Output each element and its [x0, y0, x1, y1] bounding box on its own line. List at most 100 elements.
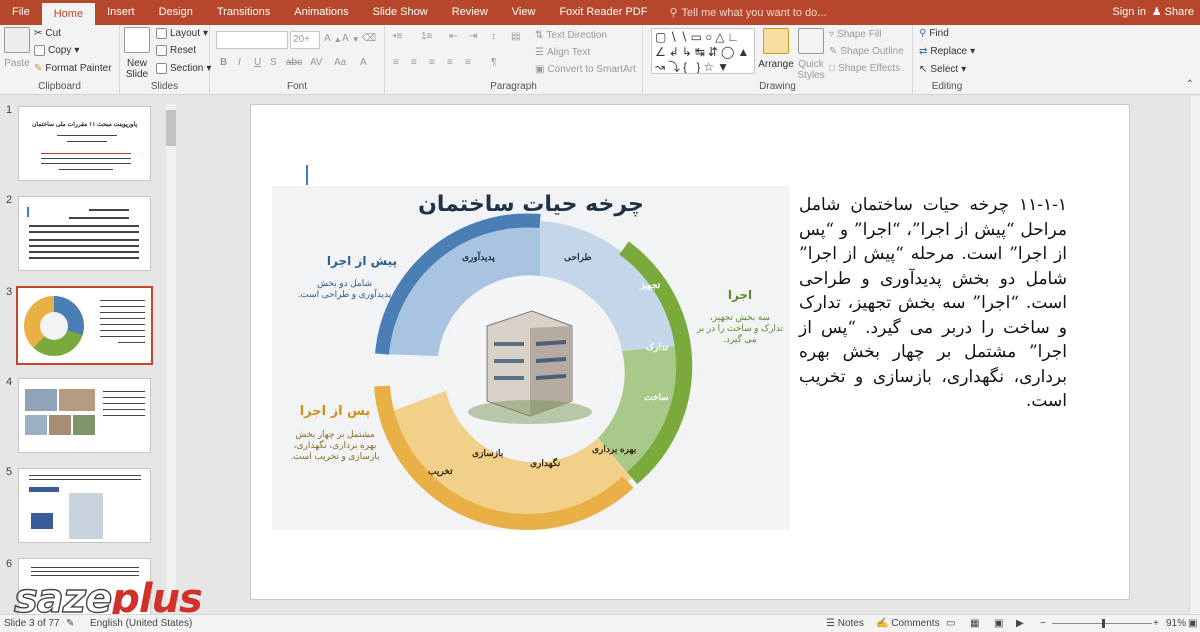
thumbnail-text-line [29, 225, 139, 227]
quick-styles-button[interactable]: Quick Styles [796, 28, 826, 81]
bullets-button[interactable]: •≡ [393, 31, 402, 42]
tab-animations[interactable]: Animations [282, 0, 360, 25]
tab-review[interactable]: Review [440, 0, 500, 25]
text-direction-button[interactable]: ⇅ Text Direction [535, 30, 607, 41]
section-button[interactable]: Section ▾ [156, 63, 211, 74]
slide-counter: Slide 3 of 77 [4, 618, 60, 629]
underline-button[interactable]: U [254, 57, 261, 68]
tab-insert[interactable]: Insert [95, 0, 147, 25]
fit-slide-icon[interactable]: ▣ [1188, 618, 1197, 629]
slide-thumbnail-5[interactable] [18, 468, 151, 543]
tell-me-box[interactable]: ⚲ Tell me what you want to do... [659, 6, 826, 20]
font-color-button[interactable]: A [360, 57, 367, 68]
lifecycle-diagram-image[interactable]: چرخه حیات ساختمان پیش از اجرا شامل دو بخ… [272, 186, 790, 530]
tab-transitions[interactable]: Transitions [205, 0, 282, 25]
font-name-box[interactable] [216, 31, 288, 49]
char-spacing-button[interactable]: AV [310, 57, 323, 68]
format-painter-button[interactable]: ✎ Format Painter [34, 63, 112, 74]
cut-button[interactable]: ✂ Cut [34, 28, 61, 39]
font-size-box[interactable]: 20+ [290, 31, 320, 49]
reset-button[interactable]: Reset [156, 45, 196, 56]
copy-button[interactable]: Copy ▾ [34, 45, 79, 56]
execution-desc-2: تدارک و ساخت را در بر [696, 323, 784, 333]
align-text-button[interactable]: ☰ Align Text [535, 47, 590, 58]
tab-design[interactable]: Design [147, 0, 205, 25]
reading-view-icon[interactable]: ▣ [994, 618, 1003, 629]
slide-sorter-icon[interactable]: ▦ [970, 618, 979, 629]
convert-smartart-button[interactable]: ▣ Convert to SmartArt [535, 64, 636, 75]
line-spacing-button[interactable]: ↕ [491, 31, 496, 42]
distribute-button[interactable]: ≡ [465, 57, 471, 68]
paste-button[interactable]: Paste [4, 27, 30, 69]
slideshow-icon[interactable]: ▶ [1016, 618, 1024, 629]
slide-scrollbar[interactable] [1189, 96, 1200, 614]
tab-slide-show[interactable]: Slide Show [361, 0, 440, 25]
align-center-button[interactable]: ≡ [411, 57, 417, 68]
paste-label: Paste [4, 58, 30, 69]
cut-label: Cut [45, 28, 61, 39]
replace-button[interactable]: ⇄ Replace ▾ [919, 46, 975, 57]
slide-canvas[interactable]: چرخه حیات ساختمان پیش از اجرا شامل دو بخ… [250, 104, 1130, 600]
thumbnail-image [25, 415, 47, 435]
shape-effects-button[interactable]: □ Shape Effects [829, 63, 900, 74]
tab-foxit[interactable]: Foxit Reader PDF [547, 0, 659, 25]
slide-body-text[interactable]: ۱۱-۱-۱ چرخه حیات ساختمان شامل مراحل “پیش… [799, 193, 1067, 414]
normal-view-icon[interactable]: ▭ [946, 618, 955, 629]
slide-thumbnail-3[interactable] [16, 286, 153, 365]
grow-font-button[interactable]: A ▲ [324, 33, 342, 44]
thumbnail-text-line [100, 312, 145, 313]
change-case-button[interactable]: Aa [334, 57, 346, 68]
thumbnail-image [31, 513, 53, 529]
zoom-slider-thumb[interactable] [1102, 619, 1105, 628]
sign-in-link[interactable]: Sign in [1112, 0, 1146, 25]
shape-outline-button[interactable]: ✎ Shape Outline [829, 46, 904, 57]
justify-button[interactable]: ≡ [447, 57, 453, 68]
arrange-button[interactable]: Arrange [758, 28, 794, 70]
slide-thumbnail-1[interactable]: پاورپوینت مبحث ۱۱ مقررات ملی ساختمان [18, 106, 151, 181]
scrollbar-thumb[interactable] [166, 110, 176, 146]
italic-button[interactable]: I [238, 57, 241, 68]
font-group: 20+ A ▲ A ▼ ⌫ B I U S abc AV Aa A Font [210, 25, 385, 95]
align-left-button[interactable]: ≡ [393, 57, 399, 68]
find-button[interactable]: ⚲ Find [919, 28, 949, 39]
zoom-level[interactable]: 91% [1166, 618, 1186, 629]
bold-button[interactable]: B [220, 57, 227, 68]
decrease-indent-button[interactable]: ⇤ [449, 31, 457, 42]
increase-indent-button[interactable]: ⇥ [469, 31, 477, 42]
thumbnail-diagram-hub [40, 312, 68, 340]
format-painter-label: Format Painter [45, 63, 112, 74]
strikethrough-button[interactable]: abc [286, 57, 302, 68]
select-button[interactable]: ↖ Select ▾ [919, 64, 966, 75]
rtl-button[interactable]: ¶ [491, 57, 496, 68]
thumbnail-scrollbar[interactable] [166, 104, 176, 604]
shrink-font-button[interactable]: A ▼ [342, 33, 360, 44]
tab-view[interactable]: View [500, 0, 548, 25]
numbering-button[interactable]: 1≡ [421, 31, 432, 42]
slide-thumbnail-2[interactable] [18, 196, 151, 271]
zoom-in-button[interactable]: + [1153, 618, 1159, 629]
zoom-out-button[interactable]: − [1040, 618, 1046, 629]
new-slide-label: New Slide [125, 58, 149, 80]
spellcheck-icon[interactable]: ✎ [66, 618, 74, 629]
lightbulb-icon: ⚲ [669, 7, 678, 19]
new-slide-button[interactable]: New Slide [123, 27, 151, 80]
collapse-ribbon-icon[interactable]: ⌃ [1186, 79, 1194, 90]
segment-label-operation: بهره برداری [592, 444, 637, 454]
tab-home[interactable]: Home [41, 3, 96, 25]
tab-file[interactable]: File [0, 0, 42, 25]
language-indicator[interactable]: English (United States) [90, 618, 192, 629]
shapes-gallery[interactable]: ▢∖∖▭○△∟ ∠↲↳↹⇵◯▲ ↝⤵{ }☆▼ [651, 28, 755, 74]
thumbnail-number: 2 [6, 194, 13, 206]
shadow-button[interactable]: S [270, 57, 277, 68]
notes-button[interactable]: ☰ Notes [826, 618, 864, 629]
layout-button[interactable]: Layout ▾ [156, 28, 208, 39]
share-button[interactable]: ♟ Share [1152, 0, 1194, 25]
align-right-button[interactable]: ≡ [429, 57, 435, 68]
shape-fill-button[interactable]: ▿ Shape Fill [829, 29, 882, 40]
clear-format-button[interactable]: ⌫ [362, 33, 376, 44]
columns-button[interactable]: ▤ [511, 31, 520, 42]
thumbnail-text-line [103, 415, 145, 416]
comments-button[interactable]: ✍ Comments [876, 618, 940, 629]
slide-thumbnail-4[interactable] [18, 378, 151, 453]
replace-icon: ⇄ [919, 46, 928, 57]
